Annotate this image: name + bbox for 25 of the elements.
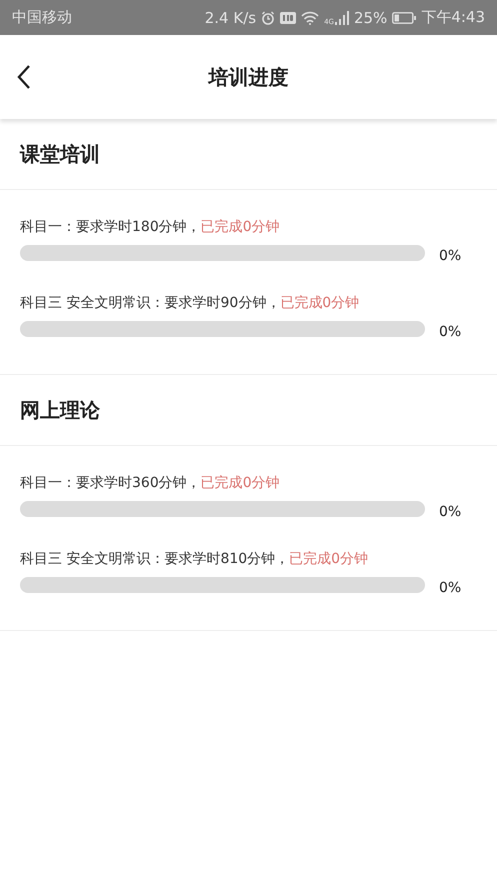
network-speed: 2.4 K/s (204, 8, 256, 26)
clock: 下午4:43 (421, 8, 485, 27)
signal-icon (334, 10, 349, 24)
requirement-text: 科目三 安全文明常识：要求学时90分钟， (20, 295, 280, 311)
requirement-text: 科目一：要求学时360分钟， (20, 475, 201, 491)
requirement-text: 科目三 安全文明常识：要求学时810分钟， (20, 551, 290, 567)
section-title: 网上理论 (20, 396, 100, 424)
page-title: 培训进度 (208, 64, 288, 90)
hd-icon (280, 12, 296, 24)
battery-percent: 25% (354, 8, 388, 26)
progress-percent: 0% (439, 504, 462, 520)
requirement-text: 科目一：要求学时180分钟， (20, 219, 201, 235)
progress-percent: 0% (439, 580, 462, 596)
progress-percent: 0% (439, 248, 462, 264)
battery-icon (392, 12, 416, 24)
progress-percent: 0% (439, 324, 462, 340)
completed-text: 已完成0分钟 (280, 295, 360, 311)
completed-text: 已完成0分钟 (200, 475, 280, 491)
wifi-icon (301, 10, 320, 24)
section-title: 课堂培训 (20, 140, 100, 168)
alarm-icon (261, 10, 276, 24)
carrier-name: 中国移动 (12, 8, 72, 27)
completed-text: 已完成0分钟 (289, 551, 368, 567)
back-icon (17, 64, 31, 90)
completed-text: 已完成0分钟 (200, 219, 280, 235)
